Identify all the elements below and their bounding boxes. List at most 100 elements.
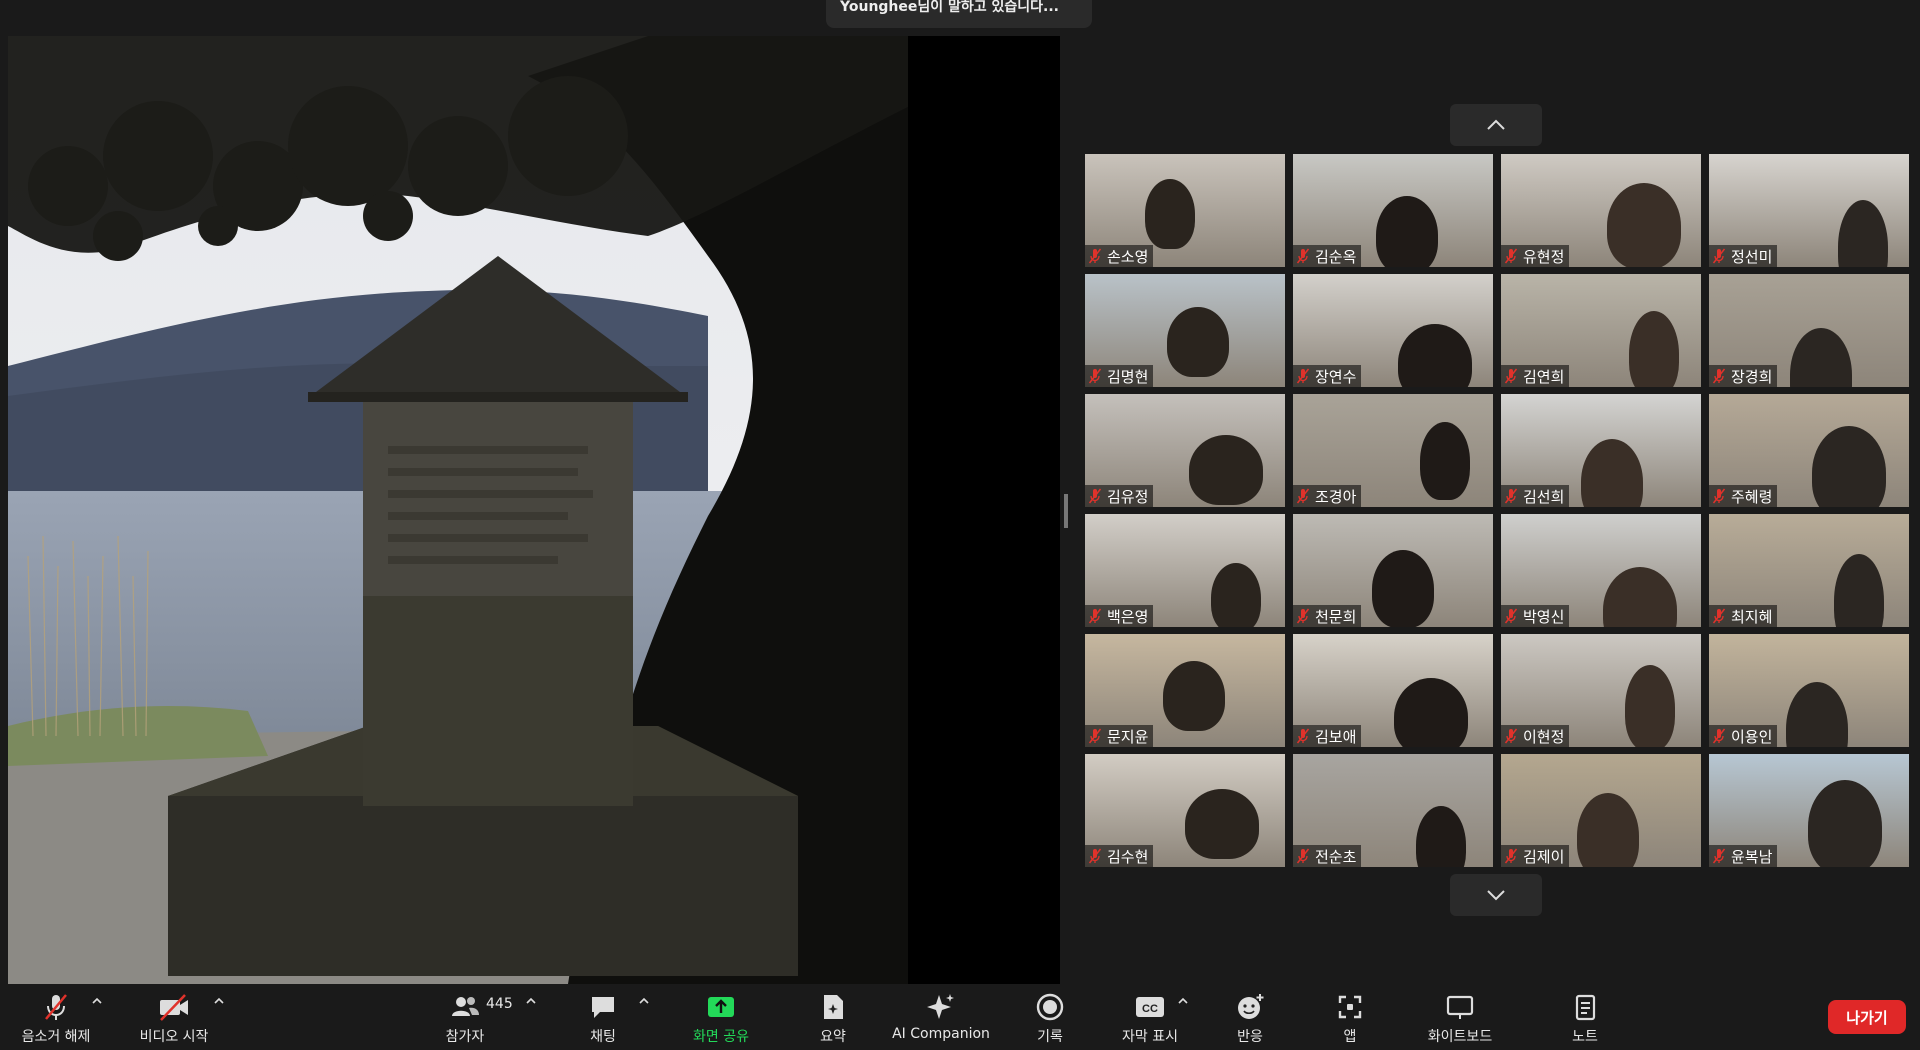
- participants-count: 445: [486, 996, 513, 1012]
- summary-icon: [824, 995, 843, 1019]
- participant-name-tag: 김보애: [1293, 725, 1362, 747]
- participant-name: 유현정: [1523, 247, 1565, 266]
- participant-tile[interactable]: 윤복남: [1709, 754, 1909, 867]
- chevron-up-icon: [1487, 119, 1505, 130]
- chevron-down-icon: [1487, 890, 1505, 901]
- participant-name-tag: 최지혜: [1709, 605, 1778, 627]
- participant-tile[interactable]: 김선희: [1501, 394, 1701, 507]
- participant-tile[interactable]: 김제이: [1501, 754, 1701, 867]
- audio-options-caret-icon[interactable]: [91, 996, 103, 1006]
- participant-tile[interactable]: 김명현: [1085, 274, 1285, 387]
- reactions-label: 반응: [1237, 1029, 1263, 1045]
- share-screen-icon: [708, 997, 734, 1017]
- participant-tile[interactable]: 주혜령: [1709, 394, 1909, 507]
- mic-muted-icon: [1504, 488, 1518, 504]
- reactions-button[interactable]: 반응: [1220, 990, 1280, 1046]
- participant-gallery: 손소영 김순옥 유현정 정선미김명현 장연수 김연희 장경희김유정 조경아 김선희 주혜령백은영 천…: [1085, 154, 1910, 868]
- participant-name: 윤복남: [1731, 847, 1773, 866]
- participant-tile[interactable]: 정선미: [1709, 154, 1909, 267]
- chat-icon: [592, 997, 614, 1018]
- svg-text:CC: CC: [1142, 1003, 1158, 1015]
- participant-name: 전순초: [1315, 847, 1357, 866]
- participant-tile[interactable]: 김유정: [1085, 394, 1285, 507]
- participant-tile[interactable]: 김수현: [1085, 754, 1285, 867]
- mic-muted-icon: [1712, 488, 1726, 504]
- summary-button[interactable]: 요약: [803, 990, 863, 1046]
- participant-tile[interactable]: 최지혜: [1709, 514, 1909, 627]
- chat-options-caret-icon[interactable]: [638, 996, 650, 1006]
- participants-icon: [452, 997, 479, 1016]
- participant-name: 정선미: [1731, 247, 1773, 266]
- participant-name: 김명현: [1107, 367, 1149, 386]
- participant-name-tag: 김순옥: [1293, 245, 1362, 267]
- notes-button[interactable]: 노트: [1555, 990, 1615, 1046]
- mic-muted-icon: [1296, 848, 1310, 864]
- participant-name-tag: 김제이: [1501, 845, 1570, 867]
- video-options-caret-icon[interactable]: [213, 996, 225, 1006]
- participant-tile[interactable]: 천문희: [1293, 514, 1493, 627]
- apps-icon: [1338, 995, 1362, 1019]
- mic-muted-icon: [1504, 248, 1518, 264]
- participant-tile[interactable]: 백은영: [1085, 514, 1285, 627]
- start-video-button[interactable]: 비디오 시작: [134, 990, 214, 1046]
- participant-tile[interactable]: 박영신: [1501, 514, 1701, 627]
- participant-name-tag: 백은영: [1085, 605, 1154, 627]
- participant-name-tag: 김명현: [1085, 365, 1154, 387]
- participant-figure: [1376, 196, 1438, 267]
- participant-name-tag: 장연수: [1293, 365, 1362, 387]
- participant-name-tag: 이현정: [1501, 725, 1570, 747]
- participant-name-tag: 이용인: [1709, 725, 1778, 747]
- participant-name: 최지혜: [1731, 607, 1773, 626]
- whiteboard-icon: [1446, 995, 1474, 1019]
- participant-figure: [1372, 550, 1434, 627]
- participant-name: 박영신: [1523, 607, 1565, 626]
- participants-options-caret-icon[interactable]: [525, 996, 537, 1006]
- whiteboard-button[interactable]: 화이트보드: [1415, 990, 1505, 1046]
- participant-tile[interactable]: 손소영: [1085, 154, 1285, 267]
- participant-name: 김제이: [1523, 847, 1565, 866]
- apps-button[interactable]: 앱: [1320, 990, 1380, 1046]
- participant-tile[interactable]: 이용인: [1709, 634, 1909, 747]
- participant-name: 김수현: [1107, 847, 1149, 866]
- mic-muted-icon: [1504, 368, 1518, 384]
- participant-name-tag: 김수현: [1085, 845, 1154, 867]
- gallery-page-down-button[interactable]: [1450, 874, 1542, 916]
- ai-companion-button[interactable]: AI Companion: [888, 990, 994, 1042]
- leave-meeting-button[interactable]: 나가기: [1828, 1000, 1906, 1034]
- mic-muted-icon: [1088, 488, 1102, 504]
- participant-name-tag: 천문희: [1293, 605, 1362, 627]
- participant-name-tag: 문지윤: [1085, 725, 1154, 747]
- captions-button[interactable]: CC 자막 표시: [1115, 990, 1185, 1046]
- participant-name-tag: 김선희: [1501, 485, 1570, 507]
- participant-name: 백은영: [1107, 607, 1149, 626]
- participant-tile[interactable]: 조경아: [1293, 394, 1493, 507]
- participant-name: 천문희: [1315, 607, 1357, 626]
- record-button[interactable]: 기록: [1020, 990, 1080, 1046]
- mic-muted-icon: [1504, 608, 1518, 624]
- top-bar: Younghee님이 말하고 있습니다...: [0, 0, 1920, 36]
- summary-label: 요약: [820, 1029, 846, 1045]
- participant-tile[interactable]: 장연수: [1293, 274, 1493, 387]
- participant-figure: [1607, 183, 1681, 267]
- participant-tile[interactable]: 이현정: [1501, 634, 1701, 747]
- participant-tile[interactable]: 장경희: [1709, 274, 1909, 387]
- mic-muted-icon: [1088, 608, 1102, 624]
- speaking-notification: Younghee님이 말하고 있습니다...: [826, 0, 1092, 28]
- chat-button[interactable]: 채팅: [573, 990, 633, 1046]
- participant-tile[interactable]: 문지윤: [1085, 634, 1285, 747]
- participant-tile[interactable]: 김보애: [1293, 634, 1493, 747]
- participant-tile[interactable]: 김연희: [1501, 274, 1701, 387]
- share-screen-label: 화면 공유: [693, 1029, 749, 1045]
- participant-name: 주혜령: [1731, 487, 1773, 506]
- participant-tile[interactable]: 유현정: [1501, 154, 1701, 267]
- unmute-button[interactable]: 음소거 해제: [16, 990, 96, 1046]
- resize-handle[interactable]: [1064, 494, 1068, 528]
- mic-muted-icon: [1504, 848, 1518, 864]
- chat-label: 채팅: [590, 1029, 616, 1045]
- participant-tile[interactable]: 김순옥: [1293, 154, 1493, 267]
- participant-name: 김유정: [1107, 487, 1149, 506]
- participant-tile[interactable]: 전순초: [1293, 754, 1493, 867]
- gallery-page-up-button[interactable]: [1450, 104, 1542, 146]
- captions-options-caret-icon[interactable]: [1177, 996, 1189, 1006]
- share-screen-button[interactable]: 화면 공유: [680, 990, 762, 1046]
